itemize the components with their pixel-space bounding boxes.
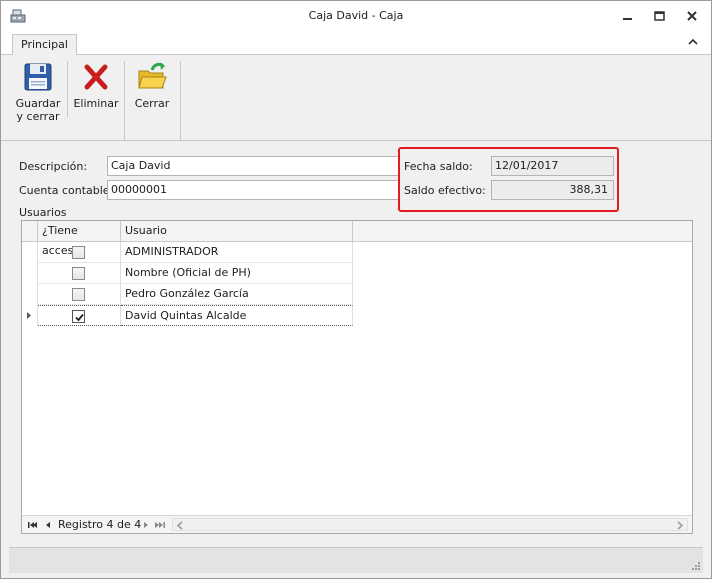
ribbon-separator [180,61,181,141]
ribbon-collapse-icon[interactable] [687,37,699,47]
table-row[interactable]: David Quintas Alcalde [22,305,353,326]
table-row[interactable]: ADMINISTRADOR [22,242,353,263]
user-cell[interactable]: Nombre (Oficial de PH) [121,263,353,284]
row-indicator [22,242,38,263]
access-cell[interactable] [38,305,121,326]
horizontal-scrollbar[interactable] [172,518,688,531]
access-checkbox[interactable] [72,288,85,301]
tab-principal[interactable]: Principal [12,34,77,56]
ribbon-panel: Guardar y cerrar Eliminar Cerrar [1,55,711,141]
table-row[interactable]: Nombre (Oficial de PH) [22,263,353,284]
guardar-cerrar-button[interactable]: Guardar y cerrar [11,61,65,123]
highlight-box [398,147,619,212]
row-indicator [22,263,38,284]
user-cell[interactable]: Pedro González García [121,284,353,305]
resize-grip-icon[interactable] [691,561,701,571]
table-row[interactable]: Pedro González García [22,284,353,305]
eliminar-button[interactable]: Eliminar [71,61,121,110]
access-checkbox[interactable] [72,267,85,280]
guardar-cerrar-label: Guardar y cerrar [15,97,61,123]
checkmark-icon [75,313,84,322]
access-cell[interactable] [38,263,121,284]
row-indicator [22,284,38,305]
scroll-right-icon[interactable] [675,520,685,531]
open-folder-icon [136,61,168,93]
access-checkbox-checked[interactable] [72,310,85,323]
record-counter: Registro 4 de 4 [58,518,142,531]
current-row-arrow-icon [27,312,31,319]
grid-header: ¿Tiene acceso? Usuario [22,221,692,257]
column-header-usuario[interactable]: Usuario [121,221,353,242]
scroll-left-icon[interactable] [175,520,185,531]
status-bar [9,547,703,573]
grid-header-indicator [22,221,38,242]
cerrar-label: Cerrar [134,97,170,110]
cerrar-button[interactable]: Cerrar [127,61,177,110]
window-title: Caja David - Caja [308,9,404,22]
minimize-button[interactable] [619,7,637,25]
next-record-icon[interactable] [140,519,152,531]
previous-record-icon[interactable] [42,519,54,531]
access-cell[interactable] [38,242,121,263]
usuarios-grid: ¿Tiene acceso? Usuario ADMINISTRADOR Nom… [21,220,693,534]
user-cell[interactable]: ADMINISTRADOR [121,242,353,263]
access-cell[interactable] [38,284,121,305]
title-bar: Caja David - Caja [1,1,711,31]
ribbon-separator [124,61,125,141]
column-header-tiene-acceso[interactable]: ¿Tiene acceso? [38,221,121,257]
cuenta-contable-label: Cuenta contable: [19,184,114,197]
first-record-icon[interactable] [26,519,38,531]
restore-button[interactable] [651,7,669,25]
floppy-disk-icon [22,61,54,93]
last-record-icon[interactable] [154,519,166,531]
red-x-icon [80,61,112,93]
cuenta-contable-input[interactable]: 00000001 [107,180,400,200]
window: Caja David - Caja Principal Guardar y ce… [0,0,712,579]
user-cell[interactable]: David Quintas Alcalde [121,305,353,326]
row-indicator [22,305,38,326]
ribbon-separator [67,61,68,117]
access-checkbox[interactable] [72,246,85,259]
eliminar-label: Eliminar [73,97,119,110]
descripcion-label: Descripción: [19,160,88,173]
grid-navigator: Registro 4 de 4 [22,515,692,533]
usuarios-label: Usuarios [19,206,67,219]
ribbon-tab-bar: Principal [1,31,711,56]
descripcion-input[interactable]: Caja David [107,156,400,176]
close-window-button[interactable] [683,7,701,25]
